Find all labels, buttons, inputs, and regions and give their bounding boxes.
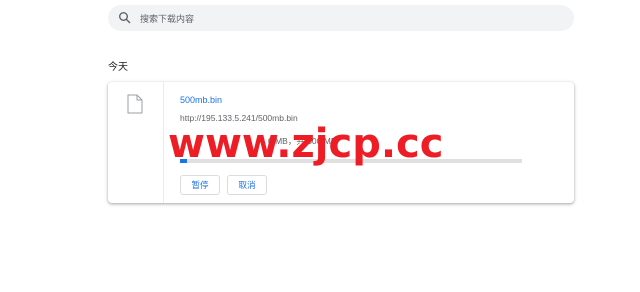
cancel-button[interactable]: 取消 <box>227 175 267 195</box>
file-icon <box>127 94 143 114</box>
download-filename-link[interactable]: 500mb.bin <box>180 95 222 105</box>
search-bar[interactable]: 搜索下载内容 <box>108 5 574 31</box>
download-icon-column <box>108 82 164 203</box>
search-icon <box>118 11 132 25</box>
date-section-header: 今天 <box>108 62 128 73</box>
watermark-text: www.zjcp.cc <box>168 121 444 167</box>
pause-button[interactable]: 暂停 <box>180 175 220 195</box>
search-input[interactable]: 搜索下载内容 <box>140 12 194 25</box>
